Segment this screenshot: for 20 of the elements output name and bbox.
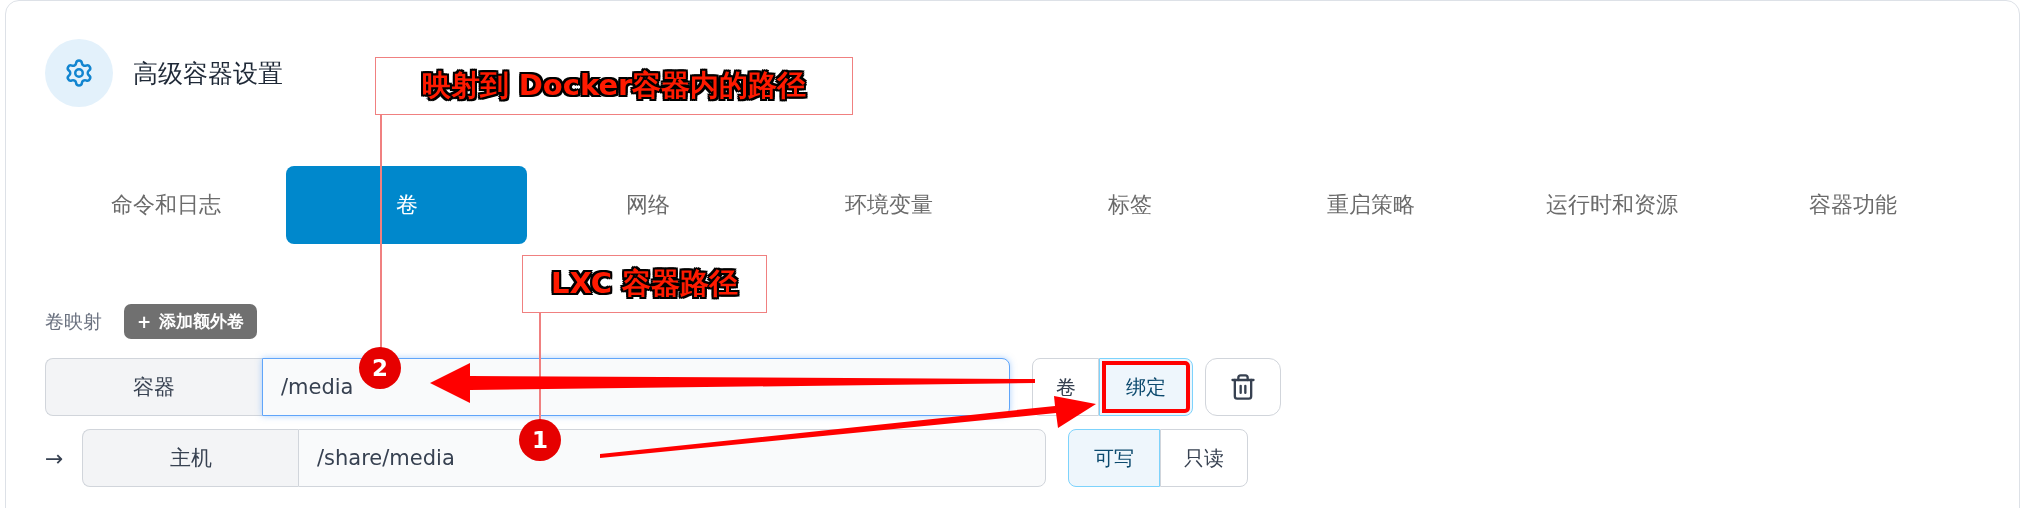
add-volume-button[interactable]: + 添加额外卷 — [124, 304, 258, 339]
tab[interactable]: 卷 — [286, 166, 527, 244]
volume-mapping-label: 卷映射 — [45, 308, 102, 334]
delete-icon[interactable] — [1205, 358, 1281, 416]
tab[interactable]: 容器功能 — [1732, 166, 1973, 244]
toggle-option[interactable]: 只读 — [1160, 429, 1248, 487]
toggle-option[interactable]: 可写 — [1068, 429, 1160, 487]
field-label: 容器 — [45, 358, 262, 416]
tab[interactable]: 环境变量 — [768, 166, 1009, 244]
annotation-label: LXC 容器路径 — [522, 255, 767, 313]
tab[interactable]: 网络 — [527, 166, 768, 244]
row-arrow: → — [45, 445, 65, 471]
field-label: 主机 — [82, 429, 298, 487]
tab[interactable]: 命令和日志 — [45, 166, 286, 244]
tab[interactable]: 标签 — [1009, 166, 1250, 244]
annotation-label: 映射到 Docker容器内的路径 — [375, 57, 853, 115]
toggle-option[interactable]: 绑定 — [1099, 358, 1193, 416]
tab[interactable]: 运行时和资源 — [1491, 166, 1732, 244]
section-title: 高级容器设置 — [133, 57, 283, 90]
tab[interactable]: 重启策略 — [1250, 166, 1491, 244]
